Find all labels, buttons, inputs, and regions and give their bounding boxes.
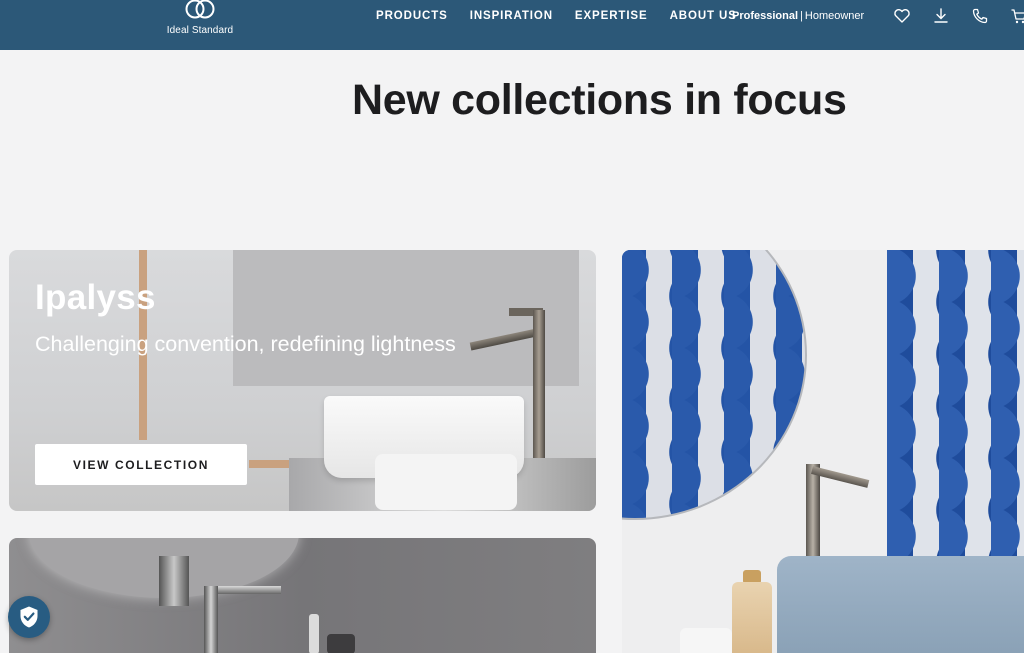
shield-check-icon xyxy=(20,606,38,628)
card-image-towel xyxy=(375,454,517,510)
page-title: New collections in focus xyxy=(352,76,847,124)
card-image-faucet-spout xyxy=(209,586,281,594)
card-image-jar xyxy=(680,628,732,653)
card-image-oil-bottle xyxy=(732,582,772,653)
card-image-cup xyxy=(327,634,355,653)
main-nav: PRODUCTS INSPIRATION EXPERTISE ABOUT US xyxy=(376,10,737,24)
audience-separator: | xyxy=(800,10,803,22)
logo-text: Ideal Standard xyxy=(166,25,234,36)
site-header: Ideal Standard PRODUCTS INSPIRATION EXPE… xyxy=(0,0,1024,50)
card-image-toothbrush xyxy=(309,614,319,653)
card-image-wall-faucet xyxy=(159,556,189,606)
nav-products[interactable]: PRODUCTS xyxy=(376,10,448,24)
card-image-blue-basin xyxy=(777,556,1024,653)
download-icon[interactable] xyxy=(932,7,950,25)
card-image-faucet-body xyxy=(204,586,218,653)
audience-switch: Professional | Homeowner xyxy=(732,10,864,22)
collection-card-second[interactable] xyxy=(9,538,596,653)
audience-professional[interactable]: Professional xyxy=(732,10,798,22)
header-icons xyxy=(893,7,1024,25)
card-image-oval-mirror xyxy=(622,250,807,520)
card-image-tap-body xyxy=(533,310,545,458)
heart-icon[interactable] xyxy=(893,7,911,25)
view-collection-button[interactable]: VIEW COLLECTION xyxy=(35,444,247,485)
nav-about-us[interactable]: ABOUT US xyxy=(670,10,737,24)
nav-inspiration[interactable]: INSPIRATION xyxy=(470,10,553,24)
ideal-standard-logo[interactable]: Ideal Standard xyxy=(160,0,240,40)
cart-icon[interactable] xyxy=(1010,7,1024,25)
nav-expertise[interactable]: EXPERTISE xyxy=(575,10,648,24)
audience-homeowner[interactable]: Homeowner xyxy=(805,10,864,22)
rings-logo-icon xyxy=(185,0,215,19)
phone-icon[interactable] xyxy=(971,7,989,25)
privacy-settings-button[interactable] xyxy=(8,596,50,638)
card-image-backdrop xyxy=(233,250,579,386)
collection-card-tiles[interactable] xyxy=(622,250,1024,653)
card-subtitle: Challenging convention, redefining light… xyxy=(35,332,456,356)
card-title: Ipalyss xyxy=(35,278,156,317)
collection-card-ipalyss[interactable]: Ipalyss Challenging convention, redefini… xyxy=(9,250,596,511)
